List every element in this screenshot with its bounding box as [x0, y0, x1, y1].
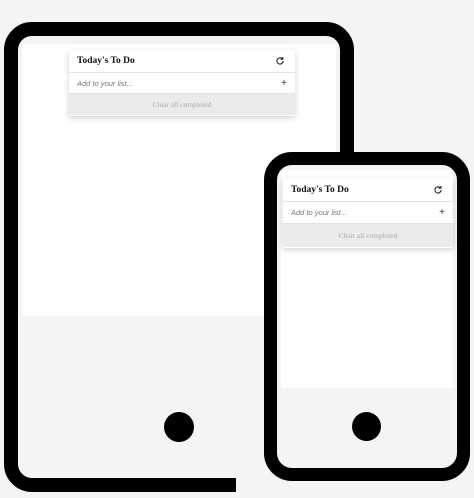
todo-header: Today's To Do [283, 178, 453, 202]
tablet-todo-widget: Today's To Do + Clear all completed [69, 50, 295, 116]
todo-title: Today's To Do [291, 184, 349, 195]
refresh-icon[interactable] [431, 183, 445, 197]
clear-completed-button[interactable]: Clear all completed [69, 94, 295, 115]
add-icon[interactable]: + [439, 207, 445, 218]
todo-add-input[interactable] [77, 78, 245, 88]
phone-todo-widget: Today's To Do + Clear all completed [283, 178, 453, 248]
add-icon[interactable]: + [281, 78, 287, 89]
todo-title: Today's To Do [77, 56, 135, 66]
tablet-home-button[interactable] [164, 412, 194, 442]
clear-completed-button[interactable]: Clear all completed [283, 224, 453, 247]
refresh-icon[interactable] [273, 54, 287, 68]
todo-header: Today's To Do [69, 50, 295, 73]
todo-add-row: + [69, 73, 295, 94]
phone-home-button[interactable] [352, 412, 381, 441]
todo-add-input[interactable] [291, 208, 415, 217]
todo-add-row: + [283, 202, 453, 224]
